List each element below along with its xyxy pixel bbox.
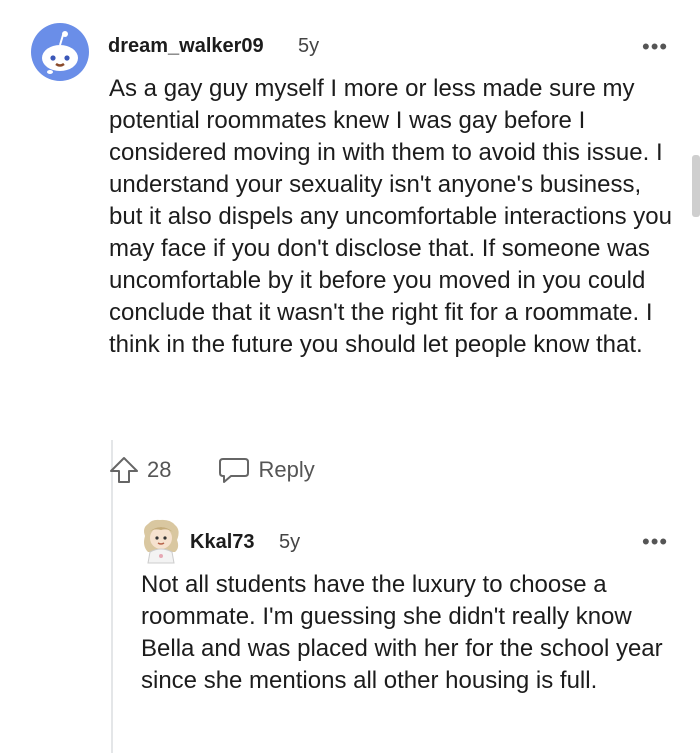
reply-more-options-icon[interactable]: ••• [642, 531, 668, 553]
reply-username[interactable]: Kkal73 [190, 531, 255, 554]
cartoon-avatar-icon[interactable] [140, 518, 182, 564]
speech-bubble-icon[interactable] [217, 454, 251, 486]
reply-label[interactable]: Reply [258, 457, 314, 483]
comment-body: As a gay guy myself I more or less made … [109, 75, 672, 358]
comment-actions: 28 Reply [108, 450, 315, 490]
scrollbar-thumb[interactable] [692, 155, 700, 217]
timestamp: 5y [298, 35, 320, 57]
reply-body: Not all students have the luxury to choo… [141, 571, 663, 694]
username[interactable]: dream_walker09 [108, 35, 264, 58]
upvote-count: 28 [147, 457, 172, 482]
more-options-icon[interactable]: ••• [642, 36, 668, 58]
reply-button[interactable]: Reply [217, 454, 315, 486]
reply-timestamp: 5y [279, 531, 301, 553]
snoo-avatar-icon[interactable] [30, 22, 90, 82]
upvote-arrow-icon[interactable] [108, 454, 140, 486]
upvote-button[interactable]: 28 [108, 454, 171, 486]
